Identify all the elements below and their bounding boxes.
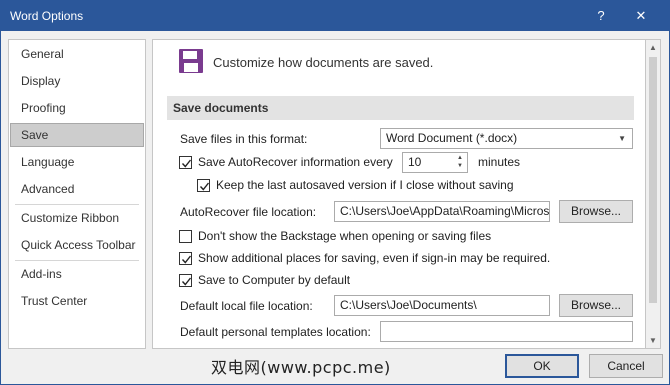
- autorecover-minutes-value: 10: [408, 155, 422, 169]
- format-select-value: Word Document (*.docx): [386, 131, 518, 145]
- autorecover-label[interactable]: Save AutoRecover information every: [198, 155, 393, 169]
- minutes-label: minutes: [478, 155, 521, 169]
- ar-location-input[interactable]: C:\Users\Joe\AppData\Roaming\Micros: [334, 201, 550, 222]
- nav-item-customize-ribbon[interactable]: Customize Ribbon: [10, 206, 144, 230]
- templates-location-input[interactable]: [380, 321, 633, 342]
- cancel-button[interactable]: Cancel: [589, 354, 663, 378]
- spin-down-icon[interactable]: ▼: [454, 162, 466, 170]
- nav-item-save[interactable]: Save: [10, 123, 144, 147]
- floppy-disk-icon: [179, 49, 203, 73]
- additional-places-checkbox[interactable]: [179, 252, 192, 265]
- section-header-save-documents: Save documents: [167, 96, 634, 120]
- scroll-up-icon[interactable]: ▲: [649, 43, 657, 52]
- nav-item-general[interactable]: General: [10, 42, 144, 66]
- spin-up-icon[interactable]: ▲: [454, 154, 466, 162]
- nav-item-advanced[interactable]: Advanced: [10, 177, 144, 201]
- local-location-input[interactable]: C:\Users\Joe\Documents\: [334, 295, 550, 316]
- local-location-label: Default local file location:: [180, 299, 313, 313]
- title-bar[interactable]: Word Options ? ✕: [1, 1, 669, 31]
- page-description: Customize how documents are saved.: [213, 55, 434, 70]
- save-to-computer-checkbox[interactable]: [179, 274, 192, 287]
- keep-last-label[interactable]: Keep the last autosaved version if I clo…: [216, 178, 514, 192]
- help-button[interactable]: ?: [581, 1, 621, 31]
- options-nav: General Display Proofing Save Language A…: [8, 39, 146, 349]
- ok-button[interactable]: OK: [505, 354, 579, 378]
- window-title: Word Options: [10, 9, 84, 23]
- nav-item-proofing[interactable]: Proofing: [10, 96, 144, 120]
- nav-item-language[interactable]: Language: [10, 150, 144, 174]
- nav-item-quick-access-toolbar[interactable]: Quick Access Toolbar: [10, 233, 144, 257]
- nav-divider: [15, 260, 139, 261]
- save-settings-panel: Customize how documents are saved. Save …: [152, 39, 646, 349]
- scrollbar-thumb[interactable]: [649, 57, 657, 303]
- local-browse-button[interactable]: Browse...: [559, 294, 633, 317]
- save-to-computer-label[interactable]: Save to Computer by default: [198, 273, 350, 287]
- close-button[interactable]: ✕: [621, 1, 661, 31]
- format-select[interactable]: Word Document (*.docx) ▼: [380, 128, 633, 149]
- spinner-arrows[interactable]: ▲ ▼: [454, 154, 466, 171]
- backstage-checkbox[interactable]: [179, 230, 192, 243]
- nav-item-display[interactable]: Display: [10, 69, 144, 93]
- content-scrollbar[interactable]: ▲ ▼: [646, 39, 661, 349]
- nav-divider: [15, 204, 139, 205]
- autorecover-checkbox[interactable]: [179, 156, 192, 169]
- word-options-window: Word Options ? ✕ General Display Proofin…: [0, 0, 670, 385]
- chevron-down-icon: ▼: [618, 134, 626, 143]
- format-label: Save files in this format:: [180, 132, 308, 146]
- ar-browse-button[interactable]: Browse...: [559, 200, 633, 223]
- nav-item-trust-center[interactable]: Trust Center: [10, 289, 144, 313]
- backstage-label[interactable]: Don't show the Backstage when opening or…: [198, 229, 491, 243]
- nav-item-add-ins[interactable]: Add-ins: [10, 262, 144, 286]
- autorecover-minutes-spinner[interactable]: 10 ▲ ▼: [402, 152, 468, 173]
- keep-last-checkbox[interactable]: [197, 179, 210, 192]
- templates-location-label: Default personal templates location:: [180, 325, 371, 339]
- ar-location-label: AutoRecover file location:: [180, 205, 317, 219]
- scroll-down-icon[interactable]: ▼: [649, 336, 657, 345]
- additional-places-label[interactable]: Show additional places for saving, even …: [198, 251, 550, 265]
- watermark-text: 双电网(www.pcpc.me): [211, 358, 391, 377]
